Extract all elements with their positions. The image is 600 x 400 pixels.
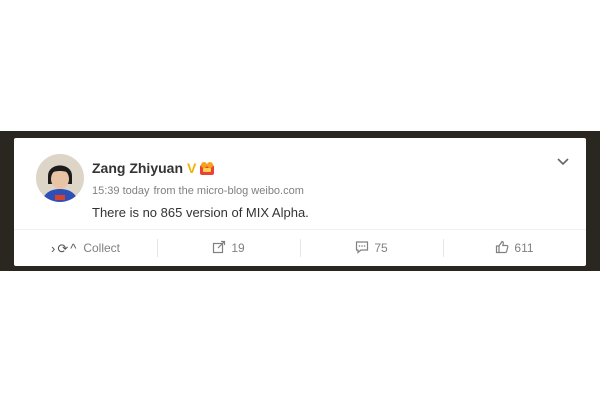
like-button[interactable]: 611 (443, 230, 586, 266)
comment-count: 75 (374, 241, 388, 255)
vip-badge-icon (199, 161, 215, 175)
post-text: There is no 865 version of MIX Alpha. (92, 205, 309, 220)
collect-icons: › ⟳ ^ (51, 242, 78, 255)
thumbs-up-icon (495, 240, 509, 256)
repost-icon (212, 240, 226, 256)
page: Zang Zhiyuan V 15:39 today from the micro… (0, 0, 600, 400)
comment-icon (355, 240, 369, 256)
collect-label: Collect (83, 241, 121, 255)
post-time[interactable]: 15:39 today (92, 185, 150, 197)
weibo-post-card: Zang Zhiyuan V 15:39 today from the micro… (14, 138, 586, 266)
comment-button[interactable]: 75 (300, 230, 443, 266)
chevron-down-icon[interactable] (556, 154, 570, 166)
avatar[interactable] (36, 154, 84, 202)
repost-button[interactable]: 19 (157, 230, 300, 266)
collect-button[interactable]: › ⟳ ^ Collect (14, 230, 157, 266)
repost-count: 19 (231, 241, 245, 255)
author-row: Zang Zhiyuan V (92, 158, 215, 178)
refresh-icon: ⟳ (57, 240, 69, 256)
post-source[interactable]: from the micro-blog weibo.com (154, 185, 304, 197)
action-bar: › ⟳ ^ Collect 19 75 611 (14, 230, 586, 266)
author-name[interactable]: Zang Zhiyuan (92, 160, 183, 176)
caret-up-icon: ^ (70, 240, 77, 256)
verified-icon: V (187, 160, 197, 176)
chevron-right-icon: › (50, 240, 56, 256)
post-meta: 15:39 today from the micro-blog weibo.com (92, 185, 304, 197)
like-count: 611 (514, 241, 534, 255)
avatar-image (36, 154, 84, 202)
